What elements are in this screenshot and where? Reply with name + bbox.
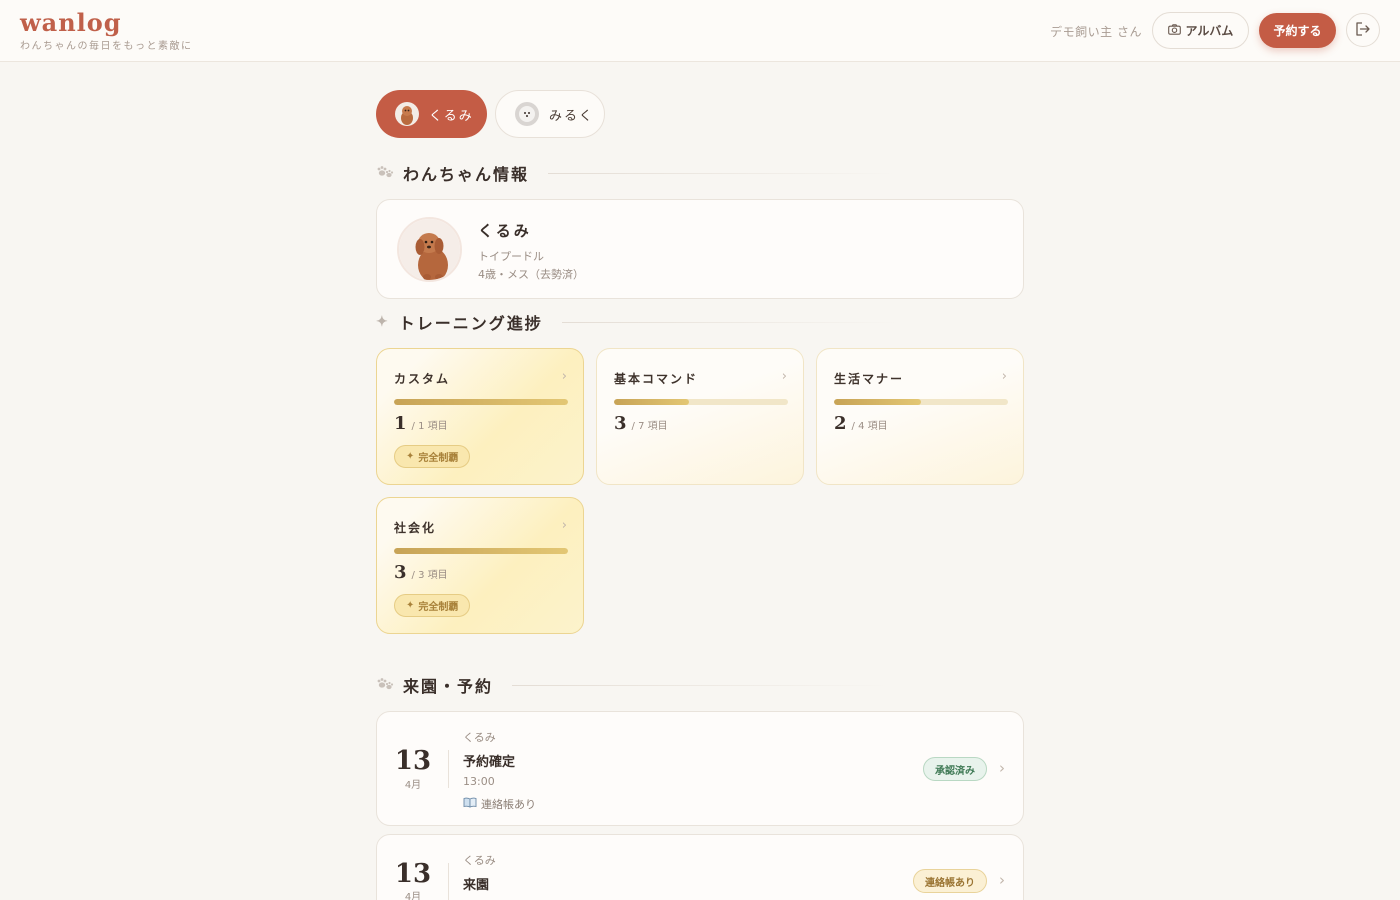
training-card-manners[interactable]: 生活マナー › 2 / 4 項目 xyxy=(816,348,1024,485)
app-logo[interactable]: wanlog xyxy=(20,8,122,37)
visit-day: 13 xyxy=(394,859,432,889)
visit-month: 4月 xyxy=(404,780,422,791)
paw-icon xyxy=(376,675,394,695)
training-count: 3 / 3 項目 xyxy=(394,562,448,583)
chevron-right-icon: › xyxy=(999,759,1005,777)
album-label: アルバム xyxy=(1185,24,1234,38)
section-visits: 来園・予約 xyxy=(376,673,893,697)
chevron-right-icon: › xyxy=(999,871,1005,889)
dog-tab-label: くるみ xyxy=(429,108,474,124)
training-count: 3 / 7 項目 xyxy=(614,413,668,434)
chevron-right-icon: › xyxy=(561,369,567,384)
training-progress-fill xyxy=(394,548,568,554)
visit-note: 連絡帳あり xyxy=(463,796,536,812)
section-training: ✦ トレーニング進捗 xyxy=(376,310,902,334)
training-done-count: 1 xyxy=(394,413,407,434)
training-total: / 4 項目 xyxy=(851,421,888,432)
section-title-text: 来園・予約 xyxy=(403,677,494,696)
training-title: 基本コマンド xyxy=(614,372,699,386)
visit-divider xyxy=(448,750,449,788)
dog-photo xyxy=(397,217,462,282)
album-button[interactable]: アルバム xyxy=(1152,12,1249,49)
training-done-count: 2 xyxy=(834,413,847,434)
app-tagline: わんちゃんの毎日をもっと素敵に xyxy=(20,41,193,52)
training-done-count: 3 xyxy=(394,562,407,583)
training-progress-fill xyxy=(394,399,568,405)
visit-card[interactable]: 13 4月 くるみ 来園 連絡帳あり › xyxy=(376,834,1024,900)
training-count: 1 / 1 項目 xyxy=(394,413,448,434)
training-progress-fill xyxy=(614,399,689,405)
status-badge: 連絡帳あり xyxy=(913,869,987,893)
sparkle-icon: ✦ xyxy=(406,451,415,462)
training-total: / 1 項目 xyxy=(411,421,448,432)
logout-icon xyxy=(1355,21,1371,40)
dog-avatar xyxy=(395,102,419,126)
section-divider xyxy=(561,321,902,323)
chevron-right-icon: › xyxy=(1001,369,1007,384)
training-card-custom[interactable]: カスタム › 1 / 1 項目 ✦ 完全制覇 xyxy=(376,348,584,485)
section-divider xyxy=(548,172,899,174)
training-progress-fill xyxy=(834,399,921,405)
owner-name: デモ飼い主 さん xyxy=(1050,25,1142,39)
complete-badge: ✦ 完全制覇 xyxy=(394,445,471,468)
paw-icon xyxy=(376,163,394,183)
logout-button[interactable] xyxy=(1346,13,1380,47)
complete-badge-label: 完全制覇 xyxy=(418,453,459,464)
visit-day: 13 xyxy=(394,746,432,776)
dog-tab-miruku[interactable]: みるく xyxy=(495,90,605,138)
dog-name: くるみ xyxy=(478,222,532,240)
visit-time: 13:00 xyxy=(463,775,495,788)
training-title: 生活マナー xyxy=(834,372,905,386)
camera-icon xyxy=(1167,23,1181,38)
training-card-socialization[interactable]: 社会化 › 3 / 3 項目 ✦ 完全制覇 xyxy=(376,497,584,634)
sparkle-icon: ✦ xyxy=(406,600,415,611)
complete-badge-label: 完全制覇 xyxy=(418,602,459,613)
dog-profile-card[interactable]: くるみ トイプードル 4歳・メス（去勢済） xyxy=(376,199,1024,299)
dog-avatar xyxy=(515,102,539,126)
visit-dog-name: くるみ xyxy=(463,854,496,867)
section-dog-info: わんちゃん情報 xyxy=(376,161,899,185)
chevron-right-icon: › xyxy=(561,518,567,533)
dog-tab-label: みるく xyxy=(549,108,595,124)
visit-note-label: 連絡帳あり xyxy=(481,798,536,811)
training-title: 社会化 xyxy=(394,521,437,535)
visit-title: 来園 xyxy=(463,878,490,893)
training-count: 2 / 4 項目 xyxy=(834,413,888,434)
dog-tab-kurumi[interactable]: くるみ xyxy=(376,90,487,138)
visit-month: 4月 xyxy=(404,892,422,900)
training-progress-bar xyxy=(394,399,568,405)
visit-dog-name: くるみ xyxy=(463,731,496,744)
dog-age: 4歳・メス（去勢済） xyxy=(478,268,584,281)
training-done-count: 3 xyxy=(614,413,627,434)
section-title-text: トレーニング進捗 xyxy=(398,314,543,333)
training-progress-bar xyxy=(614,399,788,405)
visit-divider xyxy=(448,863,449,900)
training-progress-bar xyxy=(394,548,568,554)
training-total: / 3 項目 xyxy=(411,570,448,581)
training-card-basic-commands[interactable]: 基本コマンド › 3 / 7 項目 xyxy=(596,348,804,485)
dog-breed: トイプードル xyxy=(478,250,544,263)
book-icon xyxy=(463,797,477,811)
section-title-text: わんちゃん情報 xyxy=(403,165,530,184)
training-progress-bar xyxy=(834,399,1008,405)
training-title: カスタム xyxy=(394,372,451,386)
complete-badge: ✦ 完全制覇 xyxy=(394,594,471,617)
status-badge: 承認済み xyxy=(923,757,987,781)
sparkle-icon: ✦ xyxy=(376,314,390,330)
visit-card[interactable]: 13 4月 くるみ 予約確定 13:00 連絡帳あり 承認済み › xyxy=(376,711,1024,826)
chevron-right-icon: › xyxy=(781,369,787,384)
visit-title: 予約確定 xyxy=(463,755,516,770)
training-total: / 7 項目 xyxy=(631,421,668,432)
app-header: wanlog わんちゃんの毎日をもっと素敵に デモ飼い主 さん アルバム 予約す… xyxy=(0,0,1400,62)
section-divider xyxy=(512,684,893,686)
reserve-button[interactable]: 予約する xyxy=(1259,13,1336,48)
